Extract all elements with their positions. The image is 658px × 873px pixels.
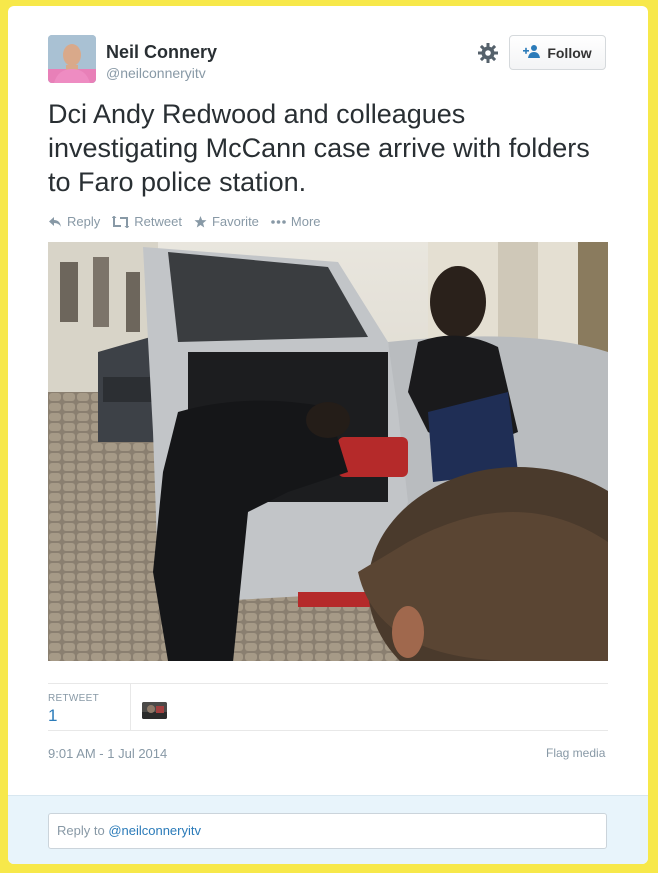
reply-action[interactable]: Reply — [48, 214, 100, 229]
reply-area: Reply to @neilconneryitv — [8, 795, 648, 864]
flag-media-link[interactable]: Flag media — [546, 746, 605, 760]
tweet-actions: Reply Retweet Favorite More — [48, 214, 321, 229]
add-user-icon — [523, 44, 541, 61]
favorite-label: Favorite — [211, 214, 259, 229]
retweeter-avatar[interactable] — [142, 702, 167, 719]
retweet-stat-label: RETWEET — [48, 693, 99, 704]
reply-prefix: Reply to — [57, 823, 109, 838]
more-action[interactable]: More — [271, 214, 321, 229]
reply-input[interactable]: Reply to @neilconneryitv — [48, 813, 607, 849]
retweet-count[interactable]: 1 — [48, 706, 57, 726]
tweet-text: Dci Andy Redwood and colleagues investig… — [48, 99, 590, 197]
avatar[interactable] — [48, 35, 96, 83]
retweet-action[interactable]: Retweet — [112, 214, 182, 229]
user-name[interactable]: Neil Connery — [106, 42, 217, 63]
user-handle[interactable]: @neilconneryitv — [106, 65, 206, 81]
tweet-card: Neil Connery @neilconneryitv Follow Dci … — [8, 6, 648, 864]
retweet-label: Retweet — [134, 214, 182, 229]
follow-label: Follow — [547, 44, 592, 61]
tweet-timestamp: 9:01 AM - 1 Jul 2014 — [48, 746, 168, 761]
reply-label: Reply — [67, 214, 101, 229]
divider — [130, 684, 131, 730]
follow-button[interactable]: Follow — [509, 35, 606, 70]
favorite-action[interactable]: Favorite — [194, 214, 259, 229]
gear-icon[interactable] — [476, 41, 500, 65]
tweet-photo[interactable] — [48, 242, 608, 661]
tweet-stats: RETWEET 1 — [48, 683, 608, 731]
reply-mention: @neilconneryitv — [108, 823, 201, 838]
retweet-icon — [112, 215, 130, 228]
more-icon — [271, 219, 286, 224]
star-icon — [194, 215, 207, 228]
reply-icon — [48, 216, 62, 228]
more-label: More — [290, 214, 321, 229]
